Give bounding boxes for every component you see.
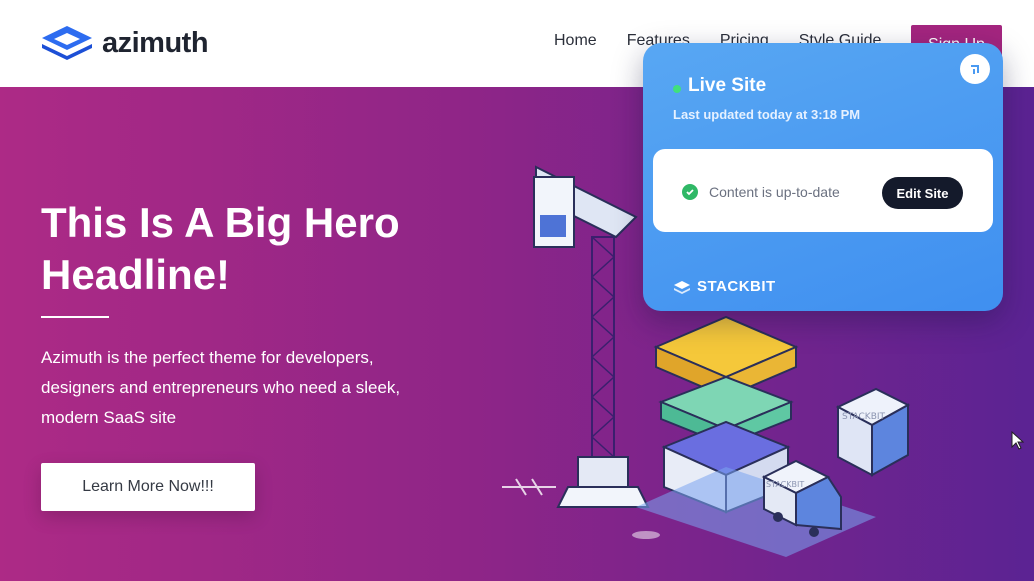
azimuth-logo-icon bbox=[42, 26, 92, 60]
status-card: Content is up-to-date Edit Site bbox=[653, 149, 993, 232]
learn-more-button[interactable]: Learn More Now!!! bbox=[41, 463, 255, 511]
widget-subtitle: Last updated today at 3:18 PM bbox=[673, 107, 861, 122]
hero-headline: This Is A Big Hero Headline! bbox=[41, 199, 400, 298]
stackbit-widget: Live Site Last updated today at 3:18 PM … bbox=[643, 43, 1003, 311]
logo-text: azimuth bbox=[102, 26, 209, 59]
nav-home[interactable]: Home bbox=[554, 32, 597, 50]
widget-collapse-button[interactable] bbox=[960, 54, 990, 84]
logo[interactable]: azimuth bbox=[40, 24, 209, 62]
widget-title: Live Site bbox=[688, 75, 767, 96]
collapse-icon bbox=[971, 65, 979, 74]
hero-divider bbox=[41, 316, 109, 318]
stackbit-logo-icon bbox=[674, 280, 690, 294]
stackbit-brand[interactable]: STACKBIT bbox=[673, 278, 776, 295]
cursor-icon bbox=[1011, 431, 1025, 450]
check-circle-icon bbox=[682, 184, 698, 200]
live-status-dot bbox=[673, 85, 681, 93]
truck-label: STACKBIT bbox=[766, 480, 804, 489]
hero-description: Azimuth is the perfect theme for develop… bbox=[41, 348, 401, 427]
status-text: Content is up-to-date bbox=[709, 184, 840, 200]
edit-site-button[interactable]: Edit Site bbox=[882, 177, 963, 209]
stackbit-brand-text: STACKBIT bbox=[697, 278, 776, 295]
container-label: STACKBIT bbox=[842, 412, 886, 422]
